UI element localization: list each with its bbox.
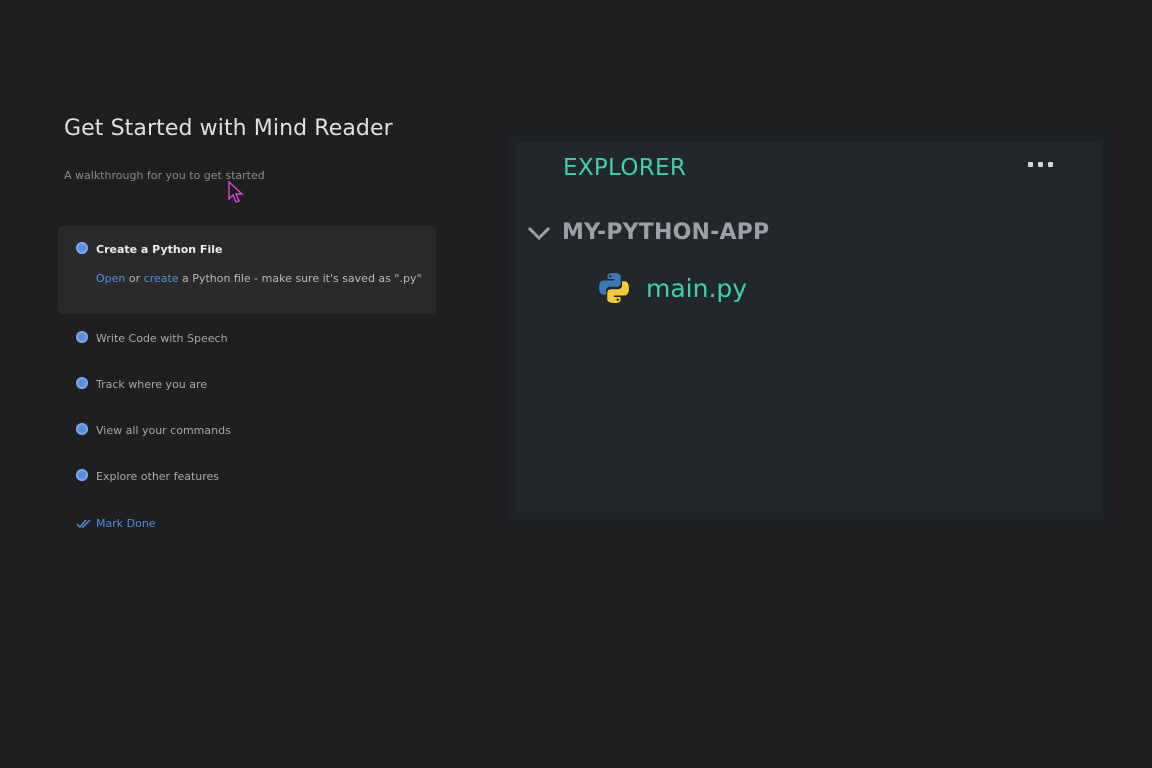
- python-file-icon: [599, 273, 629, 303]
- file-name: main.py: [646, 273, 748, 303]
- step-explore-other-features[interactable]: Explore other features: [96, 470, 219, 483]
- step-status-icon: [76, 242, 88, 254]
- explorer-preview-inner: [516, 142, 1102, 512]
- step-create-python-file[interactable]: [58, 226, 436, 314]
- open-link[interactable]: Open: [96, 272, 125, 285]
- step-status-icon: [76, 377, 88, 389]
- mark-done-button[interactable]: Mark Done: [76, 517, 156, 530]
- step-track-where-you-are[interactable]: Track where you are: [96, 378, 207, 391]
- folder-name: MY-PYTHON-APP: [562, 220, 770, 245]
- walkthrough-page: Get Started with Mind Reader A walkthrou…: [0, 0, 1152, 768]
- explorer-title: EXPLORER: [563, 155, 687, 181]
- folder-row[interactable]: MY-PYTHON-APP: [526, 220, 769, 245]
- explorer-preview: [508, 134, 1110, 520]
- create-link[interactable]: create: [144, 272, 179, 285]
- file-row-main-py[interactable]: main.py: [596, 270, 747, 306]
- step-title[interactable]: Create a Python File: [96, 243, 222, 256]
- desc-rest-text: a Python file - make sure it's saved as …: [178, 272, 422, 285]
- step-write-code-with-speech[interactable]: Write Code with Speech: [96, 332, 228, 345]
- mark-done-label: Mark Done: [96, 517, 156, 530]
- step-status-icon: [76, 331, 88, 343]
- mouse-cursor-icon: [228, 181, 244, 203]
- double-check-icon: [76, 518, 91, 528]
- desc-or-text: or: [125, 272, 144, 285]
- step-status-icon: [76, 423, 88, 435]
- step-view-all-commands[interactable]: View all your commands: [96, 424, 231, 437]
- chevron-down-icon: [527, 226, 551, 240]
- more-actions-icon[interactable]: [1028, 162, 1053, 167]
- step-description: Open or create a Python file - make sure…: [96, 272, 422, 285]
- page-title: Get Started with Mind Reader: [64, 116, 393, 141]
- step-status-icon: [76, 469, 88, 481]
